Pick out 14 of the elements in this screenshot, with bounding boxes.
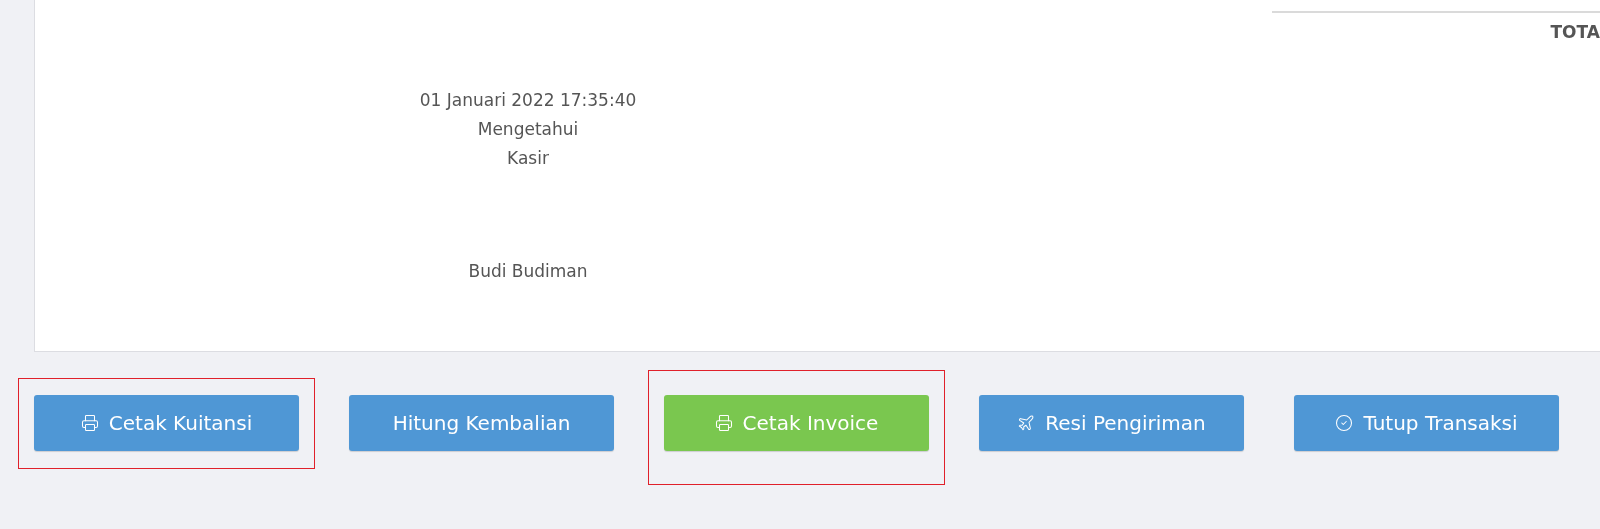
signature-name: Budi Budiman — [468, 260, 588, 283]
action-button[interactable]: Cetak Kuitansi — [34, 395, 299, 451]
action-button[interactable]: Hitung Kembalian — [349, 395, 614, 451]
printer-icon — [80, 414, 99, 432]
plane-icon — [1017, 414, 1036, 432]
total-label: TOTA — [1550, 22, 1600, 42]
signature-role: Kasir — [507, 147, 549, 170]
signature-title: Mengetahui — [477, 118, 579, 141]
action-button[interactable]: Cetak Invoice — [664, 395, 929, 451]
signature-datetime: 01 Januari 2022 17:35:40 — [419, 89, 637, 112]
action-button[interactable]: Resi Pengiriman — [979, 395, 1244, 451]
action-button[interactable]: Tutup Transaksi — [1294, 395, 1559, 451]
printer-icon — [714, 414, 733, 432]
check-circle-icon — [1335, 414, 1354, 432]
